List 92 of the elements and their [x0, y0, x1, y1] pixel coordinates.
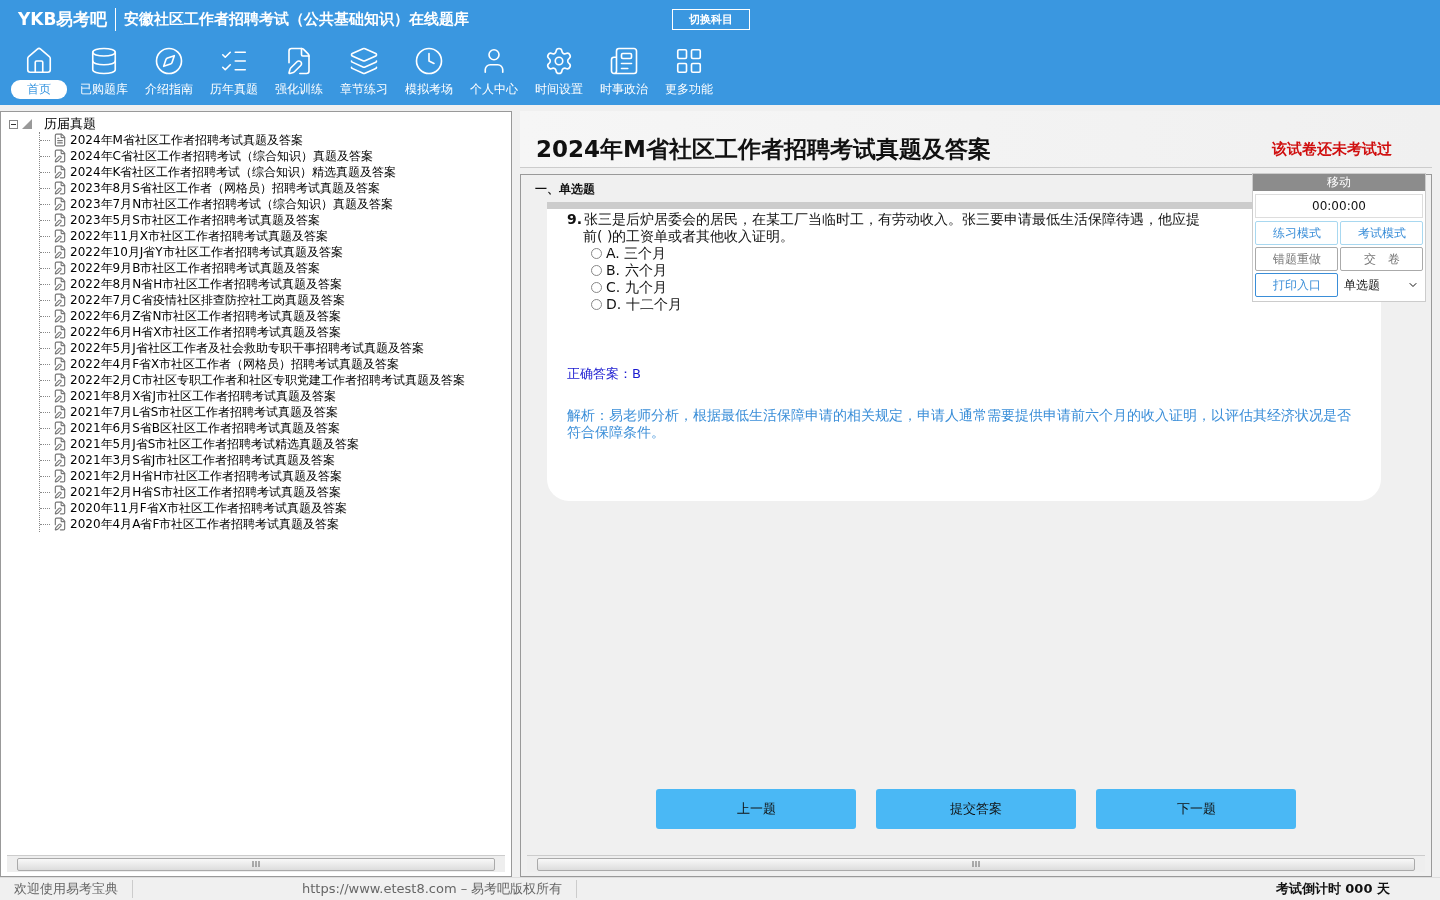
tree-item[interactable]: 2023年8月S省社区工作者（网格员）招聘考试真题及答案	[70, 179, 380, 197]
compass-icon[interactable]	[153, 46, 184, 76]
countdown-text: 考试倒计时 000 天	[1275, 880, 1391, 898]
tree-item[interactable]: 2022年7月C省疫情社区排查防控社工岗真题及答案	[70, 291, 345, 309]
horizontal-scrollbar[interactable]	[7, 855, 505, 872]
answer-option[interactable]: B. 六个月	[591, 262, 667, 279]
answer-option[interactable]: C. 九个月	[591, 279, 667, 296]
document-pen-icon	[53, 245, 67, 259]
document-pen-icon	[53, 293, 67, 307]
document-pen-icon	[53, 149, 67, 163]
document-pen-icon	[53, 197, 67, 211]
tree-item[interactable]: 2023年7月N市社区工作者招聘考试（综合知识）真题及答案	[70, 195, 394, 213]
timer: 00:00:00	[1255, 194, 1423, 218]
paper-title: 2024年M省社区工作者招聘考试真题及答案	[536, 135, 991, 164]
tree-item[interactable]: 2020年11月F省X市社区工作者招聘考试真题及答案	[70, 499, 347, 517]
document-pen-icon	[53, 405, 67, 419]
tree-item[interactable]: 2023年5月S市社区工作者招聘考试真题及答案	[70, 211, 320, 229]
option-text: D. 十二个月	[606, 295, 682, 314]
tree-item[interactable]: 2024年K省社区工作者招聘考试（综合知识）精选真题及答案	[70, 163, 397, 181]
document-pen-icon	[53, 421, 67, 435]
document-pen-icon	[53, 229, 67, 243]
document-pen-icon	[53, 325, 67, 339]
option-text: B. 六个月	[606, 261, 667, 280]
document-pen-icon	[53, 437, 67, 451]
document-pen-icon	[53, 309, 67, 323]
document-icon	[53, 133, 67, 147]
tree-item[interactable]: 2022年5月J省社区工作者及社会救助专职干事招聘考试真题及答案	[70, 339, 424, 357]
tree-item[interactable]: 2020年4月A省F市社区工作者招聘考试真题及答案	[70, 515, 340, 533]
app-logo: YKB易考吧	[8, 7, 117, 31]
tree-item[interactable]: 2022年6月Z省N市社区工作者招聘考试真题及答案	[70, 307, 342, 325]
radio-button[interactable]	[591, 265, 602, 276]
option-text: C. 九个月	[606, 278, 667, 297]
document-pen-icon	[53, 485, 67, 499]
triangle-icon	[22, 119, 32, 129]
answer-option[interactable]: A. 三个月	[591, 245, 667, 262]
grip-icon	[252, 861, 260, 867]
correct-answer: 正确答案：B	[567, 365, 642, 383]
tree-item[interactable]: 2021年3月S省J市社区工作者招聘考试真题及答案	[70, 451, 336, 469]
status-text: https://www.etest8.com – 易考吧版权所有	[182, 880, 578, 898]
radio-button[interactable]	[591, 248, 602, 259]
document-pen-icon	[53, 453, 67, 467]
tree-item[interactable]: 2022年6月H省X市社区工作者招聘考试真题及答案	[70, 323, 342, 341]
tree-item[interactable]: 2022年8月N省H市社区工作者招聘考试真题及答案	[70, 275, 343, 293]
document-pen-icon	[53, 389, 67, 403]
app-title: 安徽社区工作者招聘考试（公共基础知识）在线题库	[124, 9, 471, 29]
document-pen-icon	[53, 213, 67, 227]
tree-folder[interactable]: 历届真题	[44, 115, 96, 133]
option-text: A. 三个月	[606, 244, 667, 263]
tree-item[interactable]: 2021年6月S省B区社区工作者招聘考试真题及答案	[70, 419, 341, 437]
panel-button[interactable]: 考试模式	[1340, 221, 1423, 245]
tree-item[interactable]: 2021年7月L省S市社区工作者招聘考试真题及答案	[70, 403, 339, 421]
paper-status: 该试卷还未考试过	[1272, 140, 1392, 159]
type-select[interactable]: 单选题	[1340, 273, 1423, 297]
tree-item[interactable]: 2021年2月H省H市社区工作者招聘考试真题及答案	[70, 467, 343, 485]
grip-icon	[972, 861, 980, 867]
tree-item[interactable]: 2022年11月X市社区工作者招聘考试真题及答案	[70, 227, 329, 245]
layers-icon[interactable]	[348, 46, 379, 76]
document-pen-icon	[53, 501, 67, 515]
tree-item[interactable]: 2024年C省社区工作者招聘考试（综合知识）真题及答案	[70, 147, 373, 165]
panel-button[interactable]: 练习模式	[1255, 221, 1338, 245]
radio-button[interactable]	[591, 282, 602, 293]
nav-button[interactable]: 上一题	[656, 789, 856, 829]
section-heading: 一、单选题	[535, 181, 595, 198]
answer-option[interactable]: D. 十二个月	[591, 296, 682, 313]
document-pen-icon	[53, 261, 67, 275]
tree-item[interactable]: 2022年10月J省Y市社区工作者招聘考试真题及答案	[70, 243, 343, 261]
tree-item[interactable]: 2022年2月C市社区专职工作者和社区专职党建工作者招聘考试真题及答案	[70, 371, 465, 389]
nav-button[interactable]: 下一题	[1096, 789, 1296, 829]
radio-button[interactable]	[591, 299, 602, 310]
tree-item[interactable]: 2021年2月H省S市社区工作者招聘考试真题及答案	[70, 483, 341, 501]
document-pen-icon	[53, 341, 67, 355]
collapse-icon[interactable]	[9, 119, 18, 129]
document-pen-icon	[53, 165, 67, 179]
document-pen-icon	[53, 469, 67, 483]
document-pen-icon	[53, 181, 67, 195]
status-text: 欢迎使用易考宝典	[0, 880, 133, 898]
document-pen-icon	[53, 277, 67, 291]
tree-item[interactable]: 2021年8月X省J市社区工作者招聘考试真题及答案	[70, 387, 336, 405]
nav-button[interactable]: 提交答案	[876, 789, 1076, 829]
document-pen-icon	[53, 357, 67, 371]
newspaper-icon[interactable]	[608, 46, 639, 76]
question-text: 前( )的工资单或者其他收入证明。	[583, 228, 795, 245]
tree-item[interactable]: 2022年9月B市社区工作者招聘考试真题及答案	[70, 259, 321, 277]
analysis-text: 解析：易老师分析，根据最低生活保障申请的相关规定，申请人通常需要提供申请前六个月的收入证明，以评估其经济状况是否符合保障条件。	[567, 407, 1352, 441]
question-text: 9.张三是后炉居委会的居民，在某工厂当临时工，有劳动收入。张三要申请最低生活保障待遇，他应提	[567, 211, 1201, 228]
tree-item[interactable]: 2024年M省社区工作者招聘考试真题及答案	[70, 131, 303, 149]
panel-button[interactable]: 打印入口	[1255, 273, 1338, 297]
clock-icon[interactable]	[413, 46, 444, 76]
tree-item[interactable]: 2021年5月J省S市社区工作者招聘考试精选真题及答案	[70, 435, 360, 453]
document-pen-icon	[53, 517, 67, 531]
tree-item[interactable]: 2022年4月F省X市社区工作者（网格员）招聘考试真题及答案	[70, 355, 400, 373]
document-pen-icon	[53, 373, 67, 387]
